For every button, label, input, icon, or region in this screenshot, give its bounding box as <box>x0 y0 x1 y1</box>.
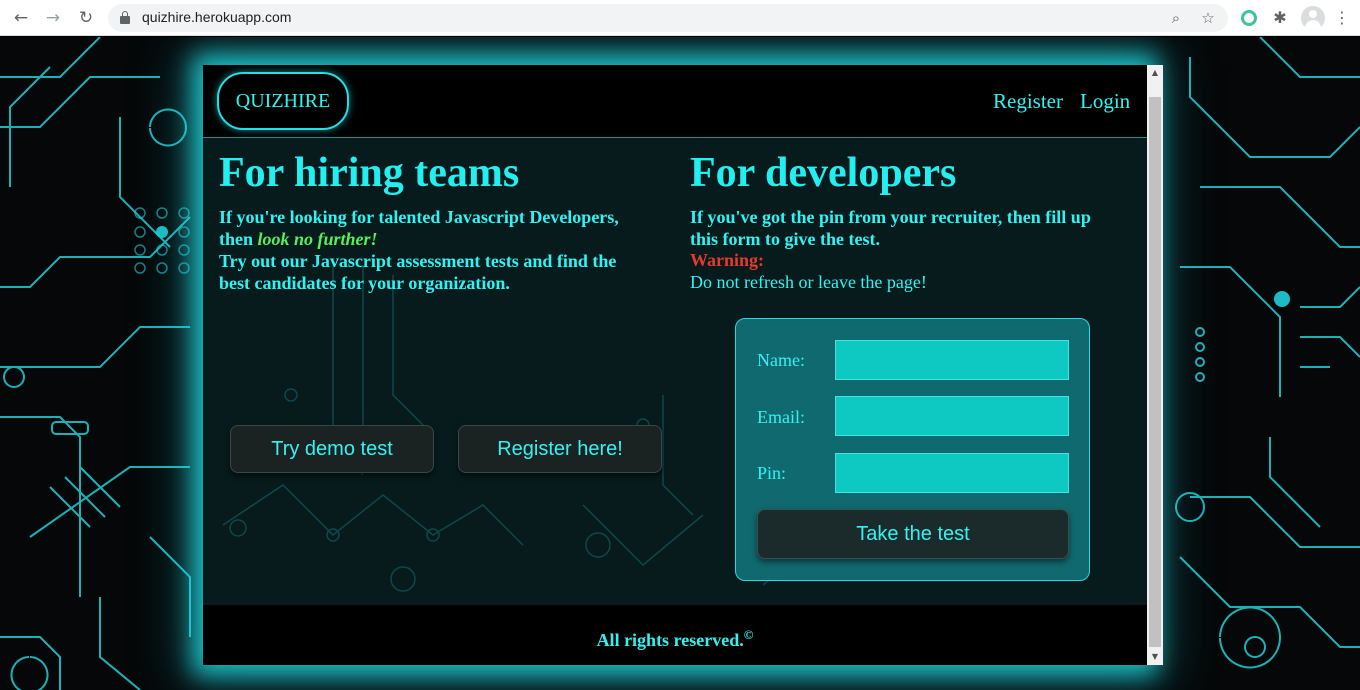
hiring-description: If you're looking for talented Javascrip… <box>219 206 679 294</box>
developers-line-1: If you've got the pin from your recruite… <box>690 207 1091 227</box>
scroll-down-icon[interactable]: ▼ <box>1147 649 1163 665</box>
hiring-title: For hiring teams <box>219 150 520 196</box>
scrollbar[interactable]: ▲ ▼ <box>1147 65 1163 665</box>
scrollbar-thumb[interactable] <box>1149 97 1161 647</box>
register-here-button[interactable]: Register here! <box>458 425 662 473</box>
extension-icon[interactable] <box>1241 10 1257 26</box>
reload-icon[interactable]: ↻ <box>75 7 97 29</box>
footer-text: All rights reserved.© <box>203 627 1147 651</box>
star-icon[interactable]: ☆ <box>1198 8 1218 28</box>
developers-line-2: this form to give the test. <box>690 229 880 249</box>
pin-input[interactable] <box>835 453 1069 493</box>
page-viewport: QUIZHIRE Register Login For hiring teams… <box>0 37 1360 690</box>
menu-icon[interactable]: ⋮ <box>1331 7 1353 29</box>
hiring-line-4: best candidates for your organization. <box>219 273 510 293</box>
emphasis-text: look no further! <box>257 229 378 249</box>
logo[interactable]: QUIZHIRE <box>217 72 349 130</box>
developers-title: For developers <box>690 150 957 196</box>
forward-arrow-icon[interactable]: → <box>42 7 64 29</box>
copyright-symbol: © <box>743 627 754 642</box>
app-container: QUIZHIRE Register Login For hiring teams… <box>203 65 1147 665</box>
puzzle-icon[interactable]: ✱ <box>1269 7 1291 29</box>
name-label: Name: <box>757 350 805 370</box>
test-entry-form: Name: Email: Pin: Take the test <box>735 318 1090 581</box>
email-label: Email: <box>757 407 805 427</box>
profile-icon[interactable] <box>1301 6 1325 30</box>
try-demo-button[interactable]: Try demo test <box>230 425 434 473</box>
hiring-line-3: Try out our Javascript assessment tests … <box>219 251 617 271</box>
nav-register-link[interactable]: Register <box>993 89 1063 114</box>
url-text[interactable]: quizhire.herokuapp.com <box>142 9 291 25</box>
zoom-icon[interactable]: ⌕ <box>1166 8 1186 28</box>
nav-login-link[interactable]: Login <box>1080 89 1130 114</box>
warning-label: Warning: <box>690 250 765 270</box>
hiring-line-2: then look no further! <box>219 228 679 250</box>
pin-label: Pin: <box>757 463 787 483</box>
take-test-button[interactable]: Take the test <box>757 509 1069 559</box>
scroll-up-icon[interactable]: ▲ <box>1147 65 1163 81</box>
back-arrow-icon[interactable]: ← <box>10 7 32 29</box>
email-input[interactable] <box>835 396 1069 436</box>
hiring-line-1: If you're looking for talented Javascrip… <box>219 207 619 227</box>
name-input[interactable] <box>835 340 1069 380</box>
address-bar[interactable]: quizhire.herokuapp.com ⌕ ☆ <box>108 4 1228 32</box>
warning-note: Do not refresh or leave the page! <box>690 272 927 292</box>
developers-description: If you've got the pin from your recruite… <box>690 206 1140 250</box>
footer-rights: All rights reserved. <box>596 630 744 650</box>
hiring-line-2-prefix: then <box>219 229 258 249</box>
lock-icon <box>120 11 130 24</box>
site-header: QUIZHIRE Register Login <box>203 65 1147 138</box>
site-footer: All rights reserved.© <box>203 605 1147 665</box>
browser-toolbar: ← → ↻ quizhire.herokuapp.com ⌕ ☆ ✱ ⋮ <box>0 0 1360 36</box>
